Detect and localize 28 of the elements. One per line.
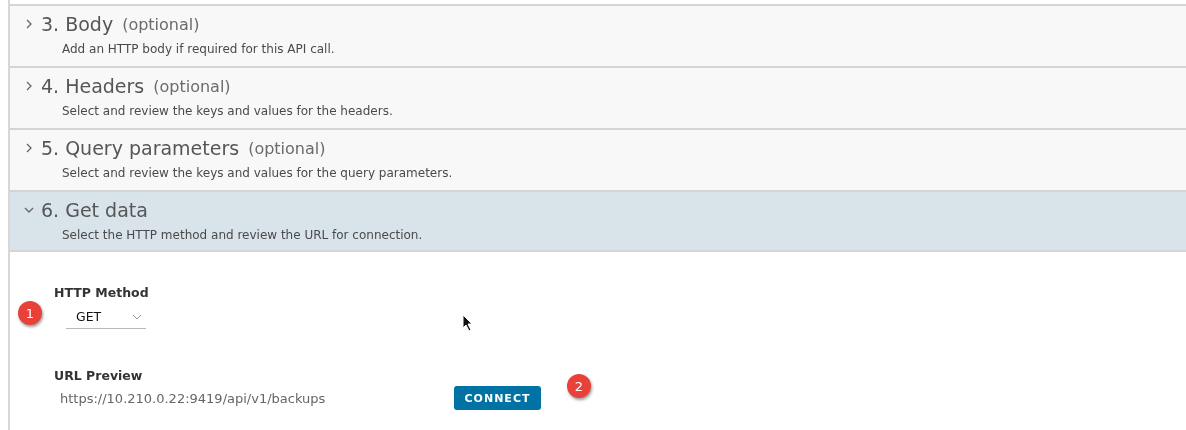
section-title: 3. Body	[41, 13, 114, 35]
section-description: Select and review the keys and values for the headers.	[62, 104, 393, 118]
section-description: Add an HTTP body if required for this API call.	[62, 42, 335, 56]
url-text: https://10.210.0.22:9419/api/v1/backups	[59, 390, 327, 406]
callout-badge: 2	[567, 374, 591, 398]
chevron-right-icon[interactable]	[24, 81, 34, 91]
chevron-down-icon[interactable]	[24, 205, 34, 215]
method-dropdown[interactable]: GET	[66, 307, 146, 329]
chevron-right-icon[interactable]	[24, 19, 34, 29]
connect-button[interactable]: CONNECT	[454, 386, 541, 410]
chevron-right-icon[interactable]	[24, 143, 34, 153]
accordion-header[interactable]: 4. Headers (optional) Select and review the keys and values for the headers.	[10, 66, 1186, 128]
optional-label: (optional)	[153, 76, 231, 96]
section-title: 4. Headers	[41, 75, 145, 97]
optional-label: (optional)	[248, 138, 326, 158]
section-title: 6. Get data	[41, 199, 148, 221]
callout-badge: 1	[18, 301, 42, 325]
section-description: Select and review the keys and values for the query parameters.	[62, 166, 453, 180]
accordion-header[interactable]: 3. Body (optional) Add an HTTP body if required for this API call.	[10, 4, 1186, 66]
mouse-pointer-icon	[462, 314, 474, 332]
field-label: HTTP Method	[54, 285, 149, 300]
field-label: URL Preview	[54, 368, 143, 383]
section-title: 5. Query parameters	[41, 137, 240, 159]
section-description: Select the HTTP method and review the URL for connection.	[62, 228, 423, 242]
chevron-down-icon	[132, 313, 142, 320]
optional-label: (optional)	[122, 14, 200, 34]
accordion-header[interactable]: 5. Query parameters (optional) Select and review the keys and values for the query parameters.	[10, 128, 1186, 190]
accordion-header[interactable]: 6. Get data Select the HTTP method and review the URL for connection.	[10, 190, 1186, 252]
